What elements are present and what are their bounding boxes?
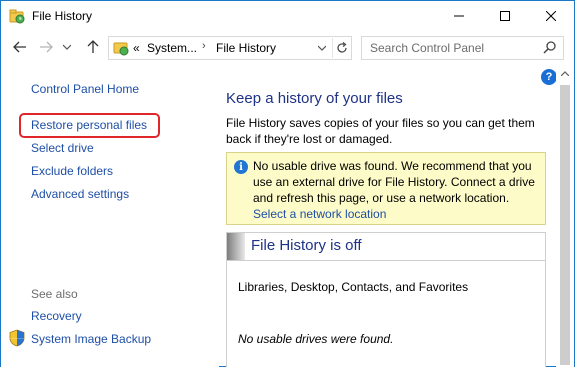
chevron-down-icon [318, 45, 326, 51]
address-dropdown-button[interactable] [315, 39, 329, 57]
page-title: Keep a history of your files [226, 90, 403, 107]
see-also-label: See also [31, 287, 78, 301]
maximize-button[interactable] [482, 1, 528, 31]
up-arrow-icon [87, 40, 99, 53]
navigation-bar: « System... › File History Search Contro… [1, 34, 574, 62]
sidebar-item-advanced-settings[interactable]: Advanced settings [31, 187, 129, 201]
see-also-system-image-backup-link[interactable]: System Image Backup [31, 332, 151, 346]
window-title: File History [32, 9, 93, 23]
minimize-button[interactable] [436, 1, 482, 31]
control-panel-home-link[interactable]: Control Panel Home [31, 82, 139, 96]
forward-button[interactable] [36, 37, 56, 57]
refresh-icon [336, 42, 347, 53]
close-button[interactable] [528, 1, 574, 31]
scrollbar-thumb[interactable] [560, 85, 570, 365]
divider [227, 260, 545, 261]
sidebar: Control Panel Home Restore personal file… [1, 65, 219, 367]
chevron-down-icon [63, 44, 71, 50]
no-drives-text: No usable drives were found. [238, 332, 394, 346]
shield-icon [9, 329, 25, 347]
chevron-up-icon [561, 71, 569, 76]
maximize-icon [500, 11, 510, 21]
help-icon[interactable]: ? [541, 69, 557, 85]
back-arrow-icon [13, 41, 26, 53]
sidebar-item-restore-personal-files[interactable]: Restore personal files [31, 118, 147, 132]
forward-arrow-icon [40, 41, 53, 53]
address-bar[interactable]: « System... › File History [108, 36, 352, 60]
scroll-up-button[interactable] [556, 65, 574, 82]
breadcrumb-separator[interactable]: › [202, 40, 206, 52]
search-icon[interactable] [542, 40, 558, 56]
see-also-recovery-link[interactable]: Recovery [31, 309, 82, 323]
info-message: No usable drive was found. We recommend … [253, 159, 535, 205]
close-icon [546, 11, 556, 21]
status-header: File History is off [227, 233, 545, 260]
title-bar: File History [1, 1, 574, 31]
file-history-icon [9, 8, 25, 24]
control-panel-icon [113, 40, 129, 56]
vertical-scrollbar[interactable] [556, 65, 574, 367]
breadcrumb-file-history[interactable]: File History [216, 41, 276, 55]
info-icon: i [234, 160, 248, 174]
sidebar-item-select-drive[interactable]: Select drive [31, 141, 94, 155]
file-history-window: File History « System... › File History … [0, 0, 575, 367]
recent-locations-button[interactable] [61, 37, 73, 57]
address-overflow[interactable]: « [133, 41, 140, 55]
up-button[interactable] [83, 37, 103, 57]
file-history-status-panel: File History is off Libraries, Desktop, … [226, 232, 546, 367]
info-banner: i No usable drive was found. We recommen… [226, 152, 546, 225]
sidebar-item-exclude-folders[interactable]: Exclude folders [31, 164, 113, 178]
status-title: File History is off [251, 237, 362, 254]
refresh-button[interactable] [332, 38, 350, 58]
search-placeholder: Search Control Panel [370, 41, 485, 55]
back-button[interactable] [10, 37, 30, 57]
breadcrumb-system[interactable]: System... [147, 41, 197, 55]
page-description: File History saves copies of your files … [226, 116, 535, 146]
search-input[interactable]: Search Control Panel [361, 36, 564, 60]
select-network-location-link[interactable]: Select a network location [253, 207, 386, 221]
libraries-text: Libraries, Desktop, Contacts, and Favori… [238, 280, 469, 294]
status-indicator [227, 233, 245, 260]
minimize-icon [454, 15, 464, 17]
